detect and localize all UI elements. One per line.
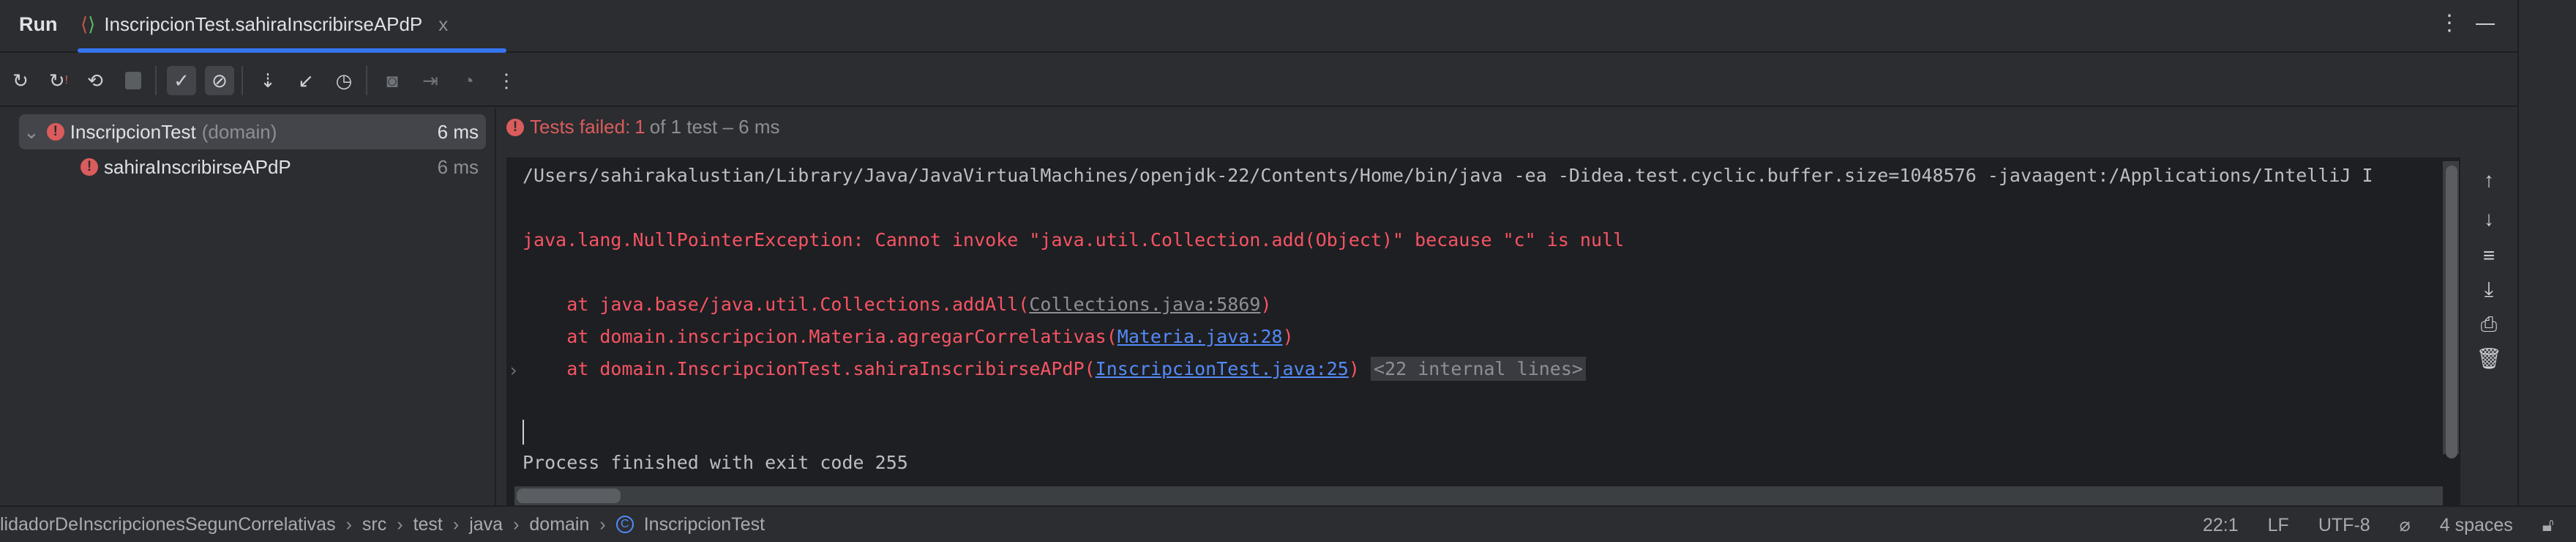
breadcrumb-java[interactable]: java bbox=[469, 514, 503, 535]
text-cursor bbox=[523, 420, 524, 445]
active-tab-indicator bbox=[78, 48, 506, 53]
test-summary: of 1 test – 6 ms bbox=[649, 116, 780, 138]
right-tool-strip bbox=[2517, 0, 2576, 505]
exception-line: java.lang.NullPointerException: Cannot i… bbox=[523, 229, 1625, 250]
vertical-scrollbar[interactable] bbox=[2443, 161, 2459, 459]
sort-by-duration-icon[interactable]: ◷ bbox=[329, 66, 359, 95]
test-package: (domain) bbox=[201, 120, 277, 143]
arrow-up-icon[interactable]: ↑ bbox=[2471, 168, 2507, 198]
horizontal-scrollbar[interactable] bbox=[514, 486, 2443, 505]
tool-window-header: Run ⟨⟩ InscripcionTest.sahiraInscribirse… bbox=[0, 0, 2517, 53]
failed-count: 1 bbox=[634, 116, 645, 138]
folded-lines[interactable]: <22 internal lines> bbox=[1370, 357, 1586, 381]
tab-title: InscripcionTest.sahiraInscribirseAPdP bbox=[104, 13, 423, 35]
error-icon: ! bbox=[80, 158, 98, 176]
stop-icon[interactable] bbox=[119, 66, 148, 95]
camera-icon[interactable]: ◙ bbox=[378, 66, 407, 95]
show-ignored-icon[interactable]: ⊘ bbox=[205, 66, 234, 95]
test-status: ! Tests failed: 1 of 1 test – 6 ms bbox=[506, 116, 780, 138]
breadcrumb-test[interactable]: test bbox=[413, 514, 443, 535]
stack-frame: at domain.inscripcion.Materia.agregarCor… bbox=[523, 326, 1294, 347]
failed-label: Tests failed: bbox=[530, 116, 631, 138]
collapse-icon[interactable]: ↙ bbox=[291, 66, 321, 95]
console-output[interactable]: /Users/sahirakalustian/Library/Java/Java… bbox=[506, 157, 2460, 505]
tree-item-inscripciontest[interactable]: ⌄ ! InscripcionTest (domain) 6 ms bbox=[19, 114, 486, 149]
unlock-icon[interactable]: 🔓︎ bbox=[2542, 515, 2554, 536]
sort-alphabetically-icon[interactable]: ⇣ bbox=[253, 66, 282, 95]
chevron-down-icon[interactable]: ⌄ bbox=[23, 121, 40, 144]
close-tab-icon[interactable]: x bbox=[438, 13, 448, 36]
indent-setting[interactable]: 4 spaces bbox=[2440, 515, 2513, 536]
soft-wrap-icon[interactable]: ≡ bbox=[2471, 244, 2507, 273]
error-icon: ! bbox=[506, 118, 524, 136]
breadcrumb-src[interactable]: src bbox=[362, 514, 386, 535]
gauge-icon[interactable]: ◔ bbox=[454, 66, 483, 95]
test-tree: ⌄ ! InscripcionTest (domain) 6 ms ! sahi… bbox=[0, 108, 496, 505]
source-link[interactable]: Collections.java:5869 bbox=[1029, 294, 1260, 315]
more-options-icon[interactable]: ⋮ bbox=[2438, 10, 2460, 36]
rerun-icon[interactable]: ↻ bbox=[6, 66, 35, 95]
test-duration: 6 ms bbox=[437, 120, 479, 143]
test-duration: 6 ms bbox=[437, 155, 479, 178]
toggle-auto-test-icon[interactable]: ⟲ bbox=[80, 66, 110, 95]
run-title: Run bbox=[19, 13, 58, 35]
rerun-failed-icon[interactable]: ↻! bbox=[44, 66, 73, 95]
more-icon[interactable]: ⋮ bbox=[492, 66, 521, 95]
trash-icon[interactable]: 🗑 bbox=[2471, 346, 2507, 376]
show-passed-icon[interactable]: ✓ bbox=[167, 66, 196, 95]
expand-chevron-icon[interactable]: › bbox=[508, 360, 519, 381]
tree-item-sahirainscribirseapdp[interactable]: ! sahiraInscribirseAPdP 6 ms bbox=[19, 149, 486, 185]
print-icon[interactable]: ⎙ bbox=[2471, 313, 2507, 342]
test-run-icon: ⟨⟩ bbox=[80, 13, 96, 35]
import-icon[interactable]: ⇥ bbox=[416, 66, 445, 95]
caret-position[interactable]: 22:1 bbox=[2203, 515, 2239, 536]
process-finished-line: Process finished with exit code 255 bbox=[523, 452, 908, 473]
class-icon: C bbox=[615, 516, 634, 533]
test-method-name: sahiraInscribirseAPdP bbox=[104, 155, 291, 178]
source-link[interactable]: Materia.java:28 bbox=[1117, 326, 1283, 347]
stack-frame: at java.base/java.util.Collections.addAl… bbox=[523, 294, 1272, 315]
line-separator[interactable]: LF bbox=[2268, 515, 2289, 536]
error-icon: ! bbox=[46, 123, 64, 141]
minimize-icon[interactable] bbox=[2476, 23, 2495, 25]
arrow-down-icon[interactable]: ↓ bbox=[2471, 207, 2507, 237]
status-bar: lidadorDeInscripcionesSegunCorrelativas ›… bbox=[0, 505, 2576, 542]
run-tab[interactable]: ⟨⟩ InscripcionTest.sahiraInscribirseAPdP… bbox=[80, 0, 448, 53]
scroll-to-end-icon[interactable]: ⤓ bbox=[2471, 278, 2507, 307]
run-toolbar: ↻ ↻! ⟲ ✓ ⊘ ⇣ ↙ ◷ ◙ ⇥ ◔ ⋮ bbox=[0, 54, 2517, 107]
breadcrumb: lidadorDeInscripcionesSegunCorrelativas ›… bbox=[0, 513, 765, 535]
command-line: /Users/sahirakalustian/Library/Java/Java… bbox=[523, 165, 2373, 186]
breadcrumb-class[interactable]: InscripcionTest bbox=[644, 514, 765, 535]
file-encoding[interactable]: UTF-8 bbox=[2318, 515, 2370, 536]
breadcrumb-project[interactable]: lidadorDeInscripcionesSegunCorrelativas bbox=[0, 514, 336, 535]
no-inspection-icon[interactable]: ⌀ bbox=[2400, 514, 2411, 536]
stack-frame: at domain.InscripcionTest.sahiraInscribi… bbox=[523, 357, 1586, 381]
test-class-name: InscripcionTest bbox=[70, 120, 196, 143]
source-link[interactable]: InscripcionTest.java:25 bbox=[1096, 358, 1349, 379]
breadcrumb-domain[interactable]: domain bbox=[529, 514, 589, 535]
